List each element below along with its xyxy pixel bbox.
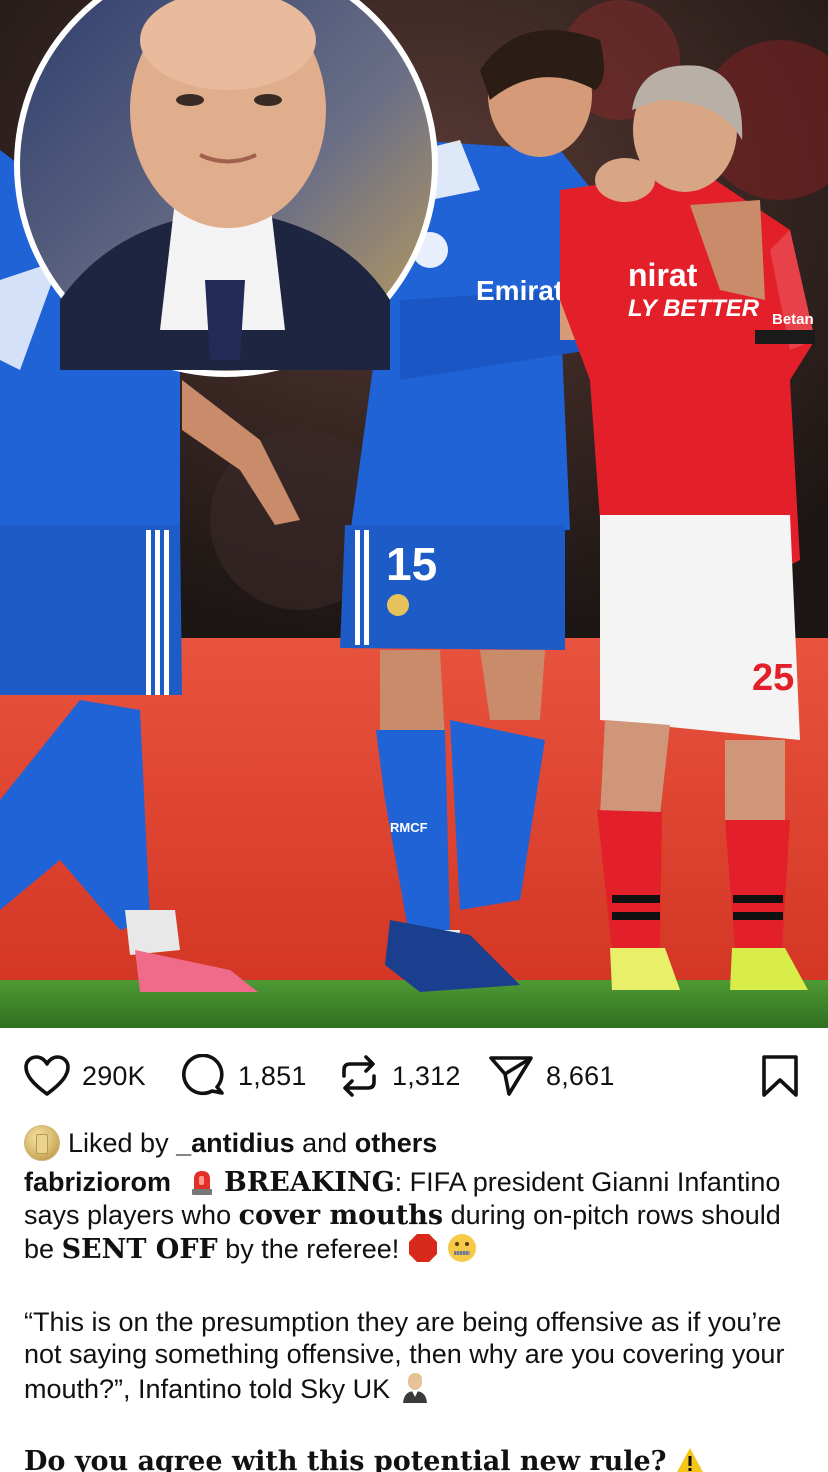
- liked-by-others[interactable]: others: [355, 1128, 438, 1159]
- send-icon: [489, 1056, 533, 1096]
- red-sponsor-line2: LY BETTER: [628, 295, 760, 322]
- save-button[interactable]: [760, 1054, 800, 1098]
- share-count: 8,661: [546, 1060, 615, 1091]
- stop-sign-icon: [408, 1234, 437, 1262]
- liker-avatar[interactable]: [24, 1125, 60, 1161]
- red-shorts-number: 25: [752, 657, 794, 699]
- caption-paragraph-3: Do you agree with this potential new rul…: [24, 1445, 814, 1472]
- caption-breaking: BREAKING: [224, 1167, 395, 1198]
- like-count: 290K: [82, 1060, 146, 1091]
- post-caption: fabriziorom BREAKING: FIFA president Gia…: [24, 1166, 814, 1472]
- liked-by-prefix: Liked by: [68, 1127, 169, 1158]
- comment-icon: [182, 1054, 224, 1096]
- caption-paragraph-2: “This is on the presumption they are bei…: [24, 1306, 814, 1405]
- like-button[interactable]: 290K: [24, 1054, 146, 1098]
- post-photo[interactable]: Emirat 15 RMCF nirat LY BETTER Betan 25: [0, 0, 828, 1028]
- heart-icon: [24, 1055, 70, 1096]
- repost-count: 1,312: [392, 1060, 461, 1091]
- red-sleeve-text: Betan: [772, 311, 814, 328]
- warning-icon: [677, 1448, 703, 1472]
- liked-by-row[interactable]: Liked by _antidius and others: [24, 1124, 437, 1162]
- red-sponsor-text: nirat: [628, 257, 698, 293]
- caption-text-3: by the referee!: [225, 1234, 400, 1264]
- caption-username[interactable]: fabriziorom: [24, 1167, 171, 1197]
- man-tipping-hand-icon: [402, 1373, 427, 1403]
- zipper-mouth-face-icon: [448, 1234, 477, 1262]
- photo-illustration: Emirat 15 RMCF nirat LY BETTER Betan 25: [0, 0, 828, 1028]
- liked-by-and: and: [302, 1127, 348, 1158]
- liked-by-user[interactable]: _antidius: [176, 1128, 295, 1159]
- repost-button[interactable]: 1,312: [338, 1054, 461, 1098]
- repost-icon: [342, 1055, 376, 1097]
- blue-sock-text: RMCF: [390, 820, 428, 835]
- blue-shorts-number: 15: [386, 538, 437, 590]
- share-button[interactable]: 8,661: [488, 1054, 615, 1098]
- comment-button[interactable]: 1,851: [182, 1054, 307, 1098]
- bookmark-icon: [762, 1055, 798, 1097]
- caption-sent-off: SENT OFF: [61, 1234, 218, 1265]
- caption-paragraph-1: fabriziorom BREAKING: FIFA president Gia…: [24, 1166, 814, 1266]
- action-bar: 290K 1,851 1,312 8,661: [0, 1040, 828, 1112]
- caption-question: Do you agree with this potential new rul…: [24, 1446, 667, 1472]
- comment-count: 1,851: [238, 1060, 307, 1091]
- siren-icon: [191, 1171, 212, 1195]
- caption-cover-mouths: cover mouths: [238, 1200, 444, 1231]
- blue-sponsor-text: Emirat: [476, 275, 563, 306]
